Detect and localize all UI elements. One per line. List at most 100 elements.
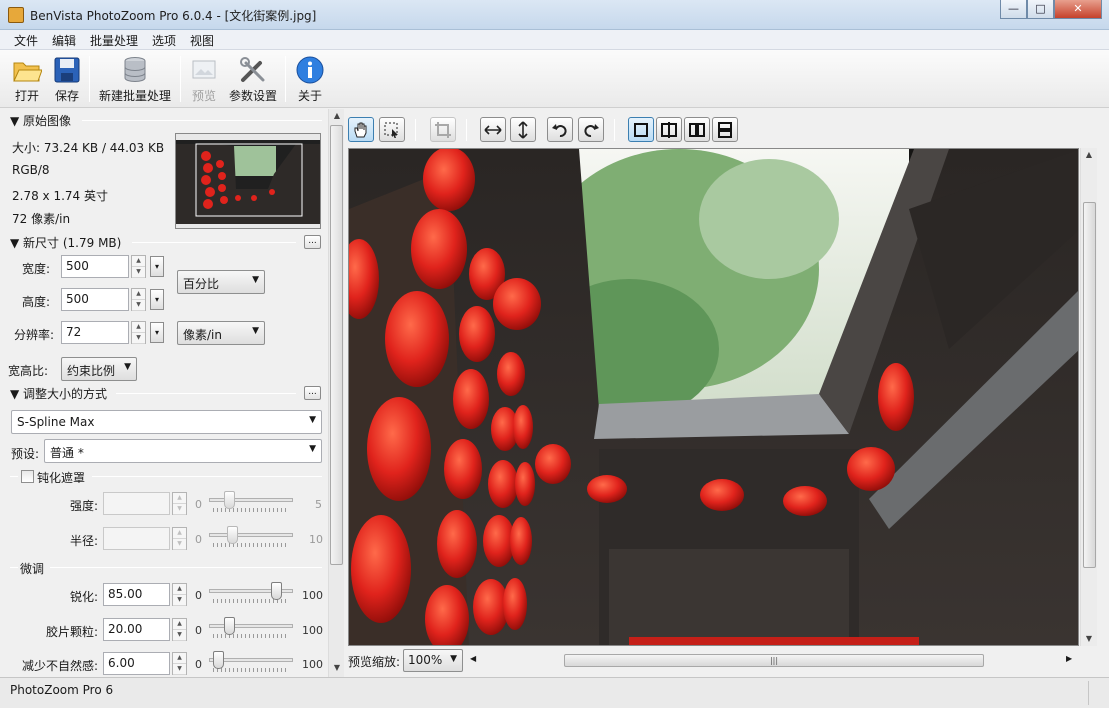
film-grain-input[interactable]: 20.00 xyxy=(103,618,170,641)
open-button[interactable]: 打开 xyxy=(6,53,48,105)
menu-options[interactable]: 选项 xyxy=(150,32,178,49)
height-stepper[interactable]: ▲ ▼ xyxy=(131,288,146,311)
flip-horizontal-button[interactable] xyxy=(480,117,506,142)
close-button[interactable]: ✕ xyxy=(1054,0,1102,19)
preview-vertical-scrollbar[interactable]: ▲ ▼ xyxy=(1080,148,1097,646)
film-grain-min: 0 xyxy=(195,624,202,637)
radius-label: 半径: xyxy=(69,534,98,548)
chevron-down-icon: ▼ xyxy=(309,415,316,425)
resolution-unit-menu[interactable]: ▾ xyxy=(150,322,164,343)
split-vertical-button[interactable] xyxy=(656,117,682,142)
selection-tool-button[interactable] xyxy=(379,117,405,142)
slider-thumb[interactable] xyxy=(271,582,282,600)
radius-input[interactable] xyxy=(103,527,170,550)
preview-zoom-select[interactable]: 100% ▼ xyxy=(403,649,463,672)
divider xyxy=(10,476,18,477)
menu-batch[interactable]: 批量处理 xyxy=(88,32,140,49)
radius-slider[interactable] xyxy=(209,525,293,549)
height-input[interactable]: 500 xyxy=(61,288,129,311)
divider xyxy=(132,242,296,243)
maximize-button[interactable]: □ xyxy=(1027,0,1054,19)
width-stepper[interactable]: ▲ ▼ xyxy=(131,255,146,278)
sharpen-stepper[interactable]: ▲ ▼ xyxy=(172,583,187,606)
scroll-up-arrow[interactable]: ▲ xyxy=(1081,148,1097,162)
resolution-unit-select[interactable]: 像素/in ▼ xyxy=(177,321,265,345)
slider-thumb[interactable] xyxy=(227,526,238,544)
split-horizontal-button[interactable] xyxy=(712,117,738,142)
artifact-reduction-input[interactable]: 6.00 xyxy=(103,652,170,675)
strength-slider[interactable] xyxy=(209,490,293,514)
artifact-reduction-slider[interactable] xyxy=(209,650,293,674)
lanterns-photo xyxy=(349,149,1078,645)
resolution-stepper[interactable]: ▲ ▼ xyxy=(131,321,146,344)
navigator-thumbnail[interactable] xyxy=(175,133,321,229)
strength-input[interactable] xyxy=(103,492,170,515)
film-grain-stepper[interactable]: ▲ ▼ xyxy=(172,618,187,641)
menu-view[interactable]: 视图 xyxy=(188,32,216,49)
settings-scrollbar[interactable]: ▲ ▼ xyxy=(328,109,344,677)
side-by-side-icon xyxy=(689,123,705,137)
scroll-down-arrow[interactable]: ▼ xyxy=(329,661,344,675)
slider-thumb[interactable] xyxy=(224,617,235,635)
preset-select[interactable]: 普通 * ▼ xyxy=(44,439,322,463)
divider xyxy=(92,476,322,477)
resolution-input[interactable]: 72 xyxy=(61,321,129,344)
fine-tune-header: 微调 xyxy=(20,562,45,576)
status-text: PhotoZoom Pro 6 xyxy=(10,683,114,697)
single-view-button[interactable] xyxy=(628,117,654,142)
resize-method-header[interactable]: ▼ 调整大小的方式 xyxy=(10,385,107,402)
unsharp-mask-checkbox[interactable] xyxy=(21,470,34,483)
new-batch-button[interactable]: 新建批量处理 xyxy=(96,53,174,105)
original-resolution: 72 像素/in xyxy=(12,212,71,226)
size-unit-select[interactable]: 百分比 ▼ xyxy=(177,270,265,294)
scrollbar-thumb[interactable]: ||| xyxy=(564,654,984,667)
new-size-options-button[interactable]: ... xyxy=(304,235,321,249)
preview-horizontal-scrollbar[interactable]: ◀ ||| ▶ xyxy=(468,652,1076,669)
slider-thumb[interactable] xyxy=(213,651,224,669)
new-size-header[interactable]: ▼ 新尺寸 (1.79 MB) xyxy=(10,234,121,251)
aspect-ratio-select[interactable]: 约束比例 ▼ xyxy=(61,357,137,381)
slider-thumb[interactable] xyxy=(224,491,235,509)
height-unit-menu[interactable]: ▾ xyxy=(150,289,164,310)
minimize-button[interactable]: — xyxy=(1000,0,1027,19)
scroll-left-arrow[interactable]: ◀ xyxy=(470,654,476,663)
crop-button[interactable] xyxy=(430,117,456,142)
preview-image[interactable] xyxy=(348,148,1079,646)
info-icon xyxy=(296,56,324,84)
film-grain-slider[interactable] xyxy=(209,616,293,640)
radius-stepper[interactable]: ▲ ▼ xyxy=(172,527,187,550)
flip-vertical-button[interactable] xyxy=(510,117,536,142)
scroll-up-arrow[interactable]: ▲ xyxy=(329,109,344,123)
rotate-right-button[interactable] xyxy=(578,117,604,142)
artifact-reduction-max: 100 xyxy=(302,658,323,671)
about-button[interactable]: 关于 xyxy=(292,53,328,105)
hand-tool-button[interactable] xyxy=(348,117,374,142)
split-vertical-icon xyxy=(661,122,677,138)
resize-method-select[interactable]: S-Spline Max ▼ xyxy=(11,410,322,434)
sharpen-min: 0 xyxy=(195,589,202,602)
sharpen-slider[interactable] xyxy=(209,581,293,605)
divider xyxy=(50,567,322,568)
original-image-header[interactable]: ▼ 原始图像 xyxy=(10,112,71,129)
rotate-left-button[interactable] xyxy=(547,117,573,142)
toolbar-separator xyxy=(415,119,416,141)
side-by-side-button[interactable] xyxy=(684,117,710,142)
strength-stepper[interactable]: ▲ ▼ xyxy=(172,492,187,515)
settings-button[interactable]: 参数设置 xyxy=(226,53,280,105)
preview-button[interactable]: 预览 xyxy=(186,53,222,105)
scroll-down-arrow[interactable]: ▼ xyxy=(1081,632,1097,646)
scrollbar-thumb[interactable] xyxy=(1083,202,1096,568)
save-button[interactable]: 保存 xyxy=(48,53,86,105)
scrollbar-thumb[interactable] xyxy=(330,125,343,565)
strength-max: 5 xyxy=(315,498,322,511)
width-unit-menu[interactable]: ▾ xyxy=(150,256,164,277)
menu-edit[interactable]: 编辑 xyxy=(50,32,78,49)
divider xyxy=(10,567,18,568)
crop-icon xyxy=(435,122,451,138)
menu-file[interactable]: 文件 xyxy=(12,32,40,49)
artifact-reduction-stepper[interactable]: ▲ ▼ xyxy=(172,652,187,675)
sharpen-input[interactable]: 85.00 xyxy=(103,583,170,606)
width-input[interactable]: 500 xyxy=(61,255,129,278)
resize-method-options-button[interactable]: ... xyxy=(304,386,321,400)
scroll-right-arrow[interactable]: ▶ xyxy=(1066,654,1072,663)
